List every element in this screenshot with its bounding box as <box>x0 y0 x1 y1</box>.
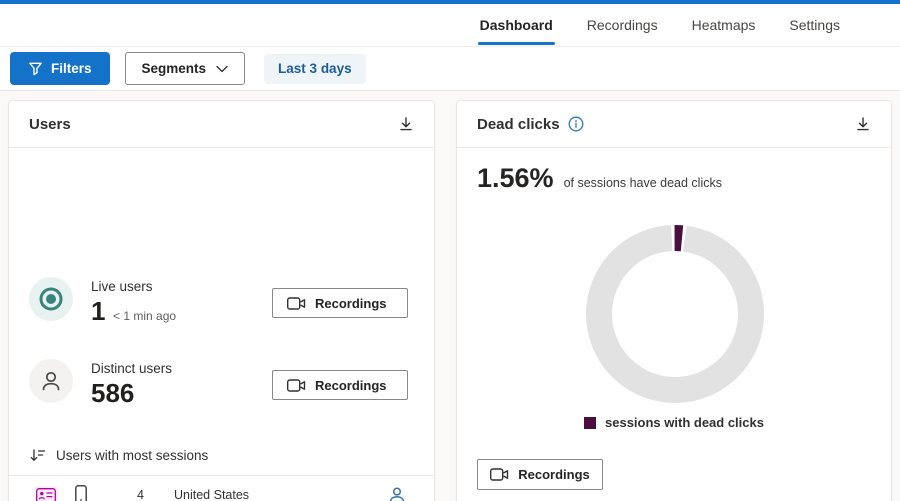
live-users-row: Live users 1 < 1 min ago Recordings <box>9 277 434 337</box>
session-row[interactable]: 4 United States <box>9 476 434 501</box>
id-card-icon <box>34 486 58 501</box>
users-card-title: Users <box>29 115 71 133</box>
donut-legend: sessions with dead clicks <box>457 415 891 430</box>
distinct-recordings-label: Recordings <box>315 377 387 393</box>
video-camera-icon <box>490 468 509 481</box>
segments-dropdown[interactable]: Segments <box>124 52 246 85</box>
video-camera-icon <box>287 296 306 310</box>
tab-recordings[interactable]: Recordings <box>585 4 660 46</box>
dead-clicks-percent: 1.56% <box>477 163 554 193</box>
clarity-dashboard: Dashboard Recordings Heatmaps Settings F… <box>0 0 900 501</box>
filter-icon <box>28 61 43 76</box>
date-range-label: Last 3 days <box>278 61 352 76</box>
tab-settings[interactable]: Settings <box>787 4 842 46</box>
dead-clicks-card-header: Dead clicks <box>457 101 891 148</box>
sessions-rows: 4 United States 4 United States <box>9 475 434 501</box>
dead-clicks-caption: of sessions have dead clicks <box>563 176 722 190</box>
tab-dashboard-label: Dashboard <box>479 17 553 33</box>
person-icon <box>29 359 73 403</box>
dead-clicks-recordings-label: Recordings <box>518 467 590 482</box>
top-navigation: Dashboard Recordings Heatmaps Settings <box>0 4 900 47</box>
dead-clicks-donut-chart <box>580 219 770 409</box>
video-camera-icon <box>287 378 306 392</box>
mobile-device-icon <box>75 485 87 501</box>
dead-clicks-card-title: Dead clicks <box>477 115 560 133</box>
dead-clicks-stat: 1.56% of sessions have dead clicks <box>477 163 722 194</box>
live-users-ago: < 1 min ago <box>113 309 177 323</box>
person-icon[interactable] <box>388 486 406 501</box>
dead-clicks-card: Dead clicks 1.56% of sessions have dead … <box>456 100 892 501</box>
download-icon[interactable] <box>855 116 871 132</box>
date-range-chip[interactable]: Last 3 days <box>264 53 366 84</box>
distinct-users-label: Distinct users <box>91 361 173 376</box>
live-pulse-icon <box>29 277 73 321</box>
legend-swatch <box>584 416 597 429</box>
session-count: 4 <box>137 488 144 501</box>
tab-heatmaps-label: Heatmaps <box>691 17 756 33</box>
users-card-header: Users <box>9 101 434 148</box>
sort-sessions-icon <box>29 448 46 463</box>
live-users-label: Live users <box>91 279 153 294</box>
distinct-users-row: Distinct users 586 Recordings <box>9 359 434 419</box>
most-sessions-header: Users with most sessions <box>29 448 208 463</box>
dead-clicks-recordings-button[interactable]: Recordings <box>477 459 603 490</box>
session-country: United States <box>174 488 250 501</box>
legend-label: sessions with dead clicks <box>605 415 764 430</box>
tab-dashboard[interactable]: Dashboard <box>477 4 555 46</box>
live-users-value: 1 <box>91 296 106 326</box>
live-recordings-button[interactable]: Recordings <box>272 288 408 318</box>
distinct-users-value: 586 <box>91 378 135 408</box>
filters-button[interactable]: Filters <box>10 52 110 85</box>
distinct-recordings-button[interactable]: Recordings <box>272 370 408 400</box>
tab-recordings-label: Recordings <box>586 17 658 33</box>
filters-button-label: Filters <box>51 61 92 76</box>
active-tab-underline <box>477 42 555 45</box>
segments-label: Segments <box>141 61 207 76</box>
filters-toolbar: Filters Segments Last 3 days <box>0 47 900 91</box>
most-sessions-title: Users with most sessions <box>56 448 209 463</box>
users-card: Users Live users 1 < 1 min ago Recording… <box>8 100 435 501</box>
live-recordings-label: Recordings <box>315 295 387 311</box>
info-icon[interactable] <box>568 116 584 132</box>
tab-settings-label: Settings <box>789 17 840 33</box>
nav-tabs: Dashboard Recordings Heatmaps Settings <box>477 4 842 46</box>
chevron-down-icon <box>216 65 228 73</box>
tab-heatmaps[interactable]: Heatmaps <box>690 4 758 46</box>
download-icon[interactable] <box>398 116 414 132</box>
